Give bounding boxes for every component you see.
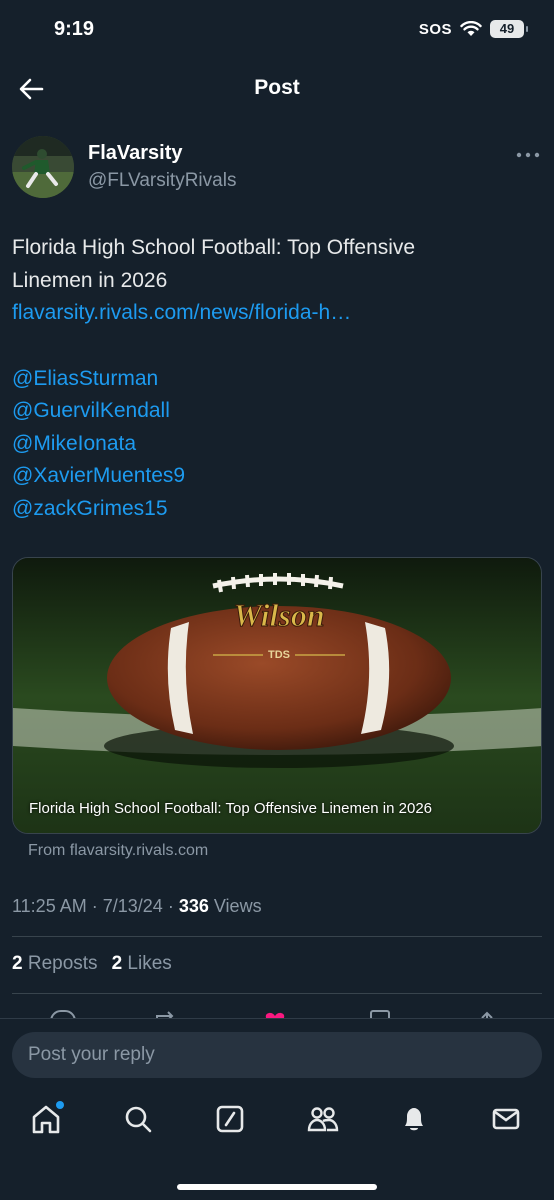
tab-search[interactable] [122,1103,156,1137]
communities-icon [307,1107,339,1132]
status-icons: SOS 49 [418,20,528,38]
tab-messages[interactable] [490,1103,524,1137]
tab-home[interactable] [30,1101,64,1137]
search-icon [125,1106,152,1133]
avatar-image [12,136,74,198]
post-text-line: Florida High School Football: Top Offens… [12,236,416,259]
mention-link[interactable]: @zackGrimes15 [12,493,542,526]
bell-icon [405,1108,423,1131]
post-meta: 11:25 AM · 7/13/24 · 336 Views [12,896,262,917]
tab-grok[interactable] [214,1103,248,1137]
divider [12,993,542,994]
views-label: Views [213,896,262,916]
divider [12,936,542,937]
reposts-stat[interactable]: 2 Reposts [12,953,98,975]
status-time: 9:19 [54,18,95,40]
views-count: 336 [178,896,209,916]
likes-label: Likes [127,953,172,974]
reply-input[interactable] [12,1032,542,1078]
post-date: 7/13/24 [102,896,163,916]
author-name[interactable]: FlaVarsity [88,142,183,165]
card-image-football: Wilson TDS [13,558,541,833]
home-indicator [177,1184,377,1190]
avatar[interactable] [12,136,74,198]
page-title: Post [254,76,300,99]
more-icon [516,152,540,158]
mention-link[interactable]: @XavierMuentes9 [12,460,542,493]
meta-separator: · [91,896,103,916]
tab-notifications[interactable] [398,1103,432,1137]
likes-stat[interactable]: 2 Likes [112,953,172,975]
tab-communities[interactable] [306,1103,340,1137]
reposts-label: Reposts [27,953,98,974]
header: Post [0,64,554,114]
post-text-line: Linemen in 2026 [12,268,168,292]
likes-count: 2 [111,953,123,974]
notification-dot [56,1101,64,1109]
mention-link[interactable]: @EliasSturman [12,363,542,396]
ball-model-text: TDS [268,649,290,661]
reply-panel [0,1018,554,1200]
link-preview-card[interactable]: Wilson TDS Florida High School Football:… [12,557,542,834]
reposts-count: 2 [12,953,23,974]
wifi-icon [460,21,482,36]
meta-separator: · [167,896,179,916]
post-text: Florida High School Football: Top Offens… [12,232,542,525]
post-link[interactable]: flavarsity.rivals.com/news/florida-h… [12,297,542,330]
post-time: 11:25 AM [12,896,87,916]
mail-icon [492,1108,520,1130]
card-source[interactable]: From flavarsity.rivals.com [28,842,208,860]
post-author: FlaVarsity @FLVarsityRivals [12,136,542,198]
ball-brand-text: Wilson [233,597,324,633]
grok-icon [216,1105,244,1133]
more-options-button[interactable] [516,146,540,158]
mention-link[interactable]: @MikeIonata [12,428,542,461]
post-stats: 2 Reposts 2 Likes [12,953,172,975]
bottom-tab-bar [0,1101,554,1143]
status-bar: 9:19 SOS 49 [0,0,554,64]
author-handle[interactable]: @FLVarsityRivals [88,170,236,192]
battery-indicator: 49 [490,20,528,38]
sos-indicator: SOS [418,20,452,38]
card-caption: Florida High School Football: Top Offens… [29,800,433,817]
mention-link[interactable]: @GuervilKendall [12,395,542,428]
